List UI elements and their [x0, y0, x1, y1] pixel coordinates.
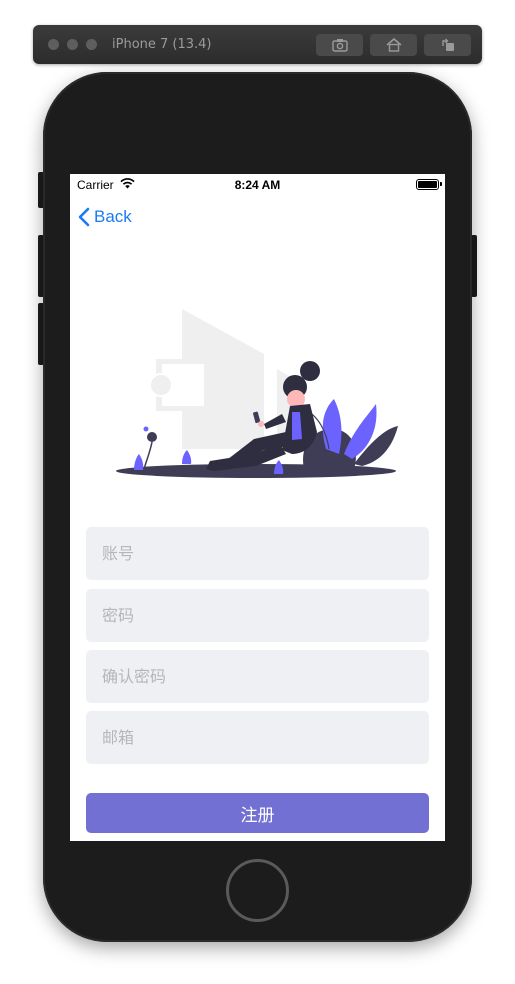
chevron-left-icon	[78, 207, 90, 227]
confirm-password-input[interactable]	[86, 650, 429, 703]
battery-icon	[416, 179, 439, 190]
home-icon	[385, 38, 402, 52]
status-bar: Carrier 8:24 AM	[70, 174, 445, 194]
minimize-window-icon[interactable]	[67, 39, 78, 50]
rotate-icon	[441, 38, 454, 51]
close-window-icon[interactable]	[48, 39, 59, 50]
zoom-window-icon[interactable]	[86, 39, 97, 50]
register-illustration	[116, 309, 398, 478]
account-input[interactable]	[86, 527, 429, 580]
password-input[interactable]	[86, 589, 429, 642]
simulator-title: iPhone 7 (13.4)	[112, 37, 212, 52]
register-button[interactable]: 注册	[86, 793, 429, 833]
back-button[interactable]: Back	[78, 205, 132, 229]
simulator-toolbar: iPhone 7 (13.4)	[33, 25, 482, 64]
device-home-button[interactable]	[226, 859, 289, 922]
battery-cap	[440, 182, 442, 186]
status-time: 8:24 AM	[234, 178, 281, 192]
back-label: Back	[94, 207, 132, 226]
app-screen: Carrier 8:24 AM Back 账号 邮箱 注册	[70, 174, 445, 841]
screenshot-button[interactable]	[316, 34, 363, 56]
email-input[interactable]	[86, 711, 429, 764]
home-button[interactable]	[370, 34, 417, 56]
screenshot-icon	[331, 39, 348, 52]
rotate-button[interactable]	[424, 34, 471, 56]
